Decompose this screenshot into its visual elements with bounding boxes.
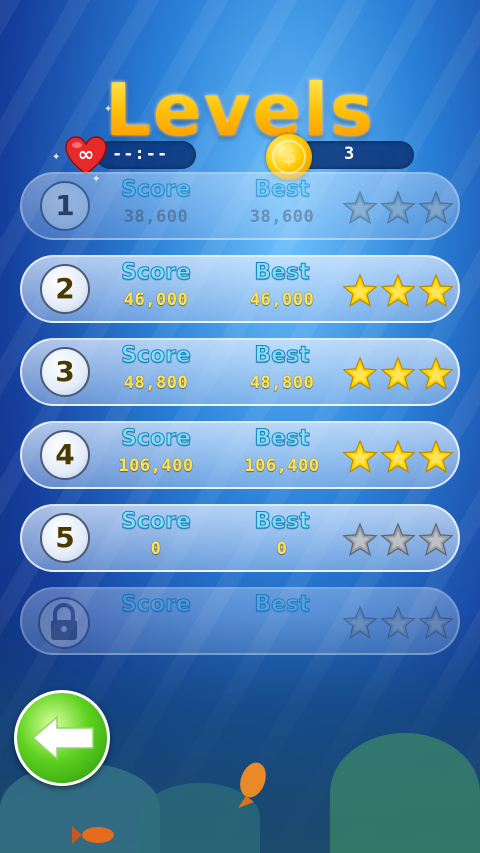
level-number: 4 — [40, 430, 90, 480]
best-value: 0 — [276, 539, 288, 559]
score-label: Score — [121, 509, 192, 535]
star-rating — [342, 273, 454, 309]
star-filled-icon — [342, 439, 378, 474]
score-label: Score — [121, 592, 192, 618]
fish-decoration — [72, 826, 114, 844]
star-empty-icon — [342, 190, 378, 225]
star-rating — [342, 356, 454, 392]
star-empty-icon — [380, 522, 416, 557]
star-rating — [342, 190, 454, 226]
best-value: 106,400 — [244, 456, 320, 476]
star-empty-icon — [380, 605, 416, 640]
best-value: 48,800 — [249, 373, 315, 393]
coin-count: 3 — [344, 144, 355, 164]
score-value: 106,400 — [118, 456, 194, 476]
star-empty-icon — [418, 522, 454, 557]
star-filled-icon — [418, 273, 454, 308]
star-empty-icon — [342, 605, 378, 640]
level-number: 2 — [40, 264, 90, 314]
heart-infinity-icon: ∞ — [64, 136, 108, 176]
best-label: Best — [254, 592, 310, 618]
star-empty-icon — [418, 190, 454, 225]
score-value: 48,800 — [123, 373, 189, 393]
star-empty-icon — [342, 522, 378, 557]
star-filled-icon — [418, 439, 454, 474]
score-label: Score — [121, 177, 192, 203]
best-label: Best — [254, 343, 310, 369]
level-number: 3 — [40, 347, 90, 397]
star-rating — [342, 522, 454, 558]
star-rating — [342, 439, 454, 475]
score-value: 46,000 — [123, 290, 189, 310]
level-row-3[interactable]: 3 Score Best 48,800 48,800 — [20, 338, 460, 406]
arrow-left-icon — [31, 715, 94, 761]
best-label: Best — [254, 260, 310, 286]
level-row-4[interactable]: 4 Score Best 106,400 106,400 — [20, 421, 460, 489]
star-filled-icon — [380, 439, 416, 474]
star-filled-icon — [342, 273, 378, 308]
star-rating — [342, 605, 454, 641]
fish-decoration — [238, 762, 266, 808]
star-filled-icon — [380, 356, 416, 391]
lives-timer: --:-- — [112, 144, 169, 164]
score-value: 38,600 — [123, 207, 189, 227]
level-number: 5 — [40, 513, 90, 563]
star-filled-icon — [418, 356, 454, 391]
star-empty-icon — [418, 605, 454, 640]
score-label: Score — [121, 260, 192, 286]
sparkle-icon: ✦ — [52, 152, 61, 163]
lock-icon — [38, 597, 90, 649]
best-label: Best — [254, 177, 310, 203]
star-filled-icon — [380, 273, 416, 308]
best-label: Best — [254, 509, 310, 535]
level-row-2[interactable]: 2 Score Best 46,000 46,000 — [20, 255, 460, 323]
lives-bar: --:-- — [96, 141, 196, 169]
level-row-6-locked[interactable]: Score Best — [20, 587, 460, 655]
coins-bar: 3 — [296, 141, 414, 169]
level-number: 1 — [40, 181, 90, 231]
level-row-1[interactable]: 1 Score Best 38,600 38,600 — [20, 172, 460, 240]
score-label: Score — [121, 426, 192, 452]
back-button[interactable] — [14, 690, 110, 786]
star-filled-icon — [342, 356, 378, 391]
best-value: 38,600 — [249, 207, 315, 227]
best-label: Best — [254, 426, 310, 452]
star-empty-icon — [380, 190, 416, 225]
best-value: 46,000 — [249, 290, 315, 310]
level-row-5[interactable]: 5 Score Best 0 0 — [20, 504, 460, 572]
score-label: Score — [121, 343, 192, 369]
score-value: 0 — [150, 539, 162, 559]
